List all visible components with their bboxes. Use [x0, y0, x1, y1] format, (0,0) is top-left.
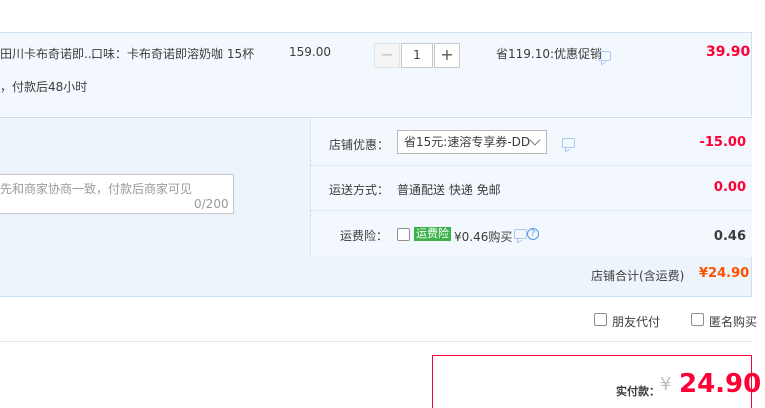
chevron-down-icon [529, 134, 541, 146]
help-icon[interactable]: ? [527, 228, 539, 240]
shop-subtotal-label: 店铺合计(含运费) [591, 269, 685, 283]
quantity-input[interactable]: 1 [401, 43, 433, 68]
shipping-method: 普通配送 快递 免邮 [397, 183, 501, 197]
coupon-select[interactable]: 省15元:速溶专享券-DD [397, 130, 547, 154]
divider [310, 210, 752, 211]
insurance-checkbox[interactable] [397, 228, 410, 241]
chat-bubble-icon[interactable] [514, 229, 527, 239]
item-spec: 口味：卡布奇诺即溶奶咖 15杯 [91, 47, 255, 61]
anonymous-label[interactable]: 匿名购买 [709, 313, 757, 330]
divider [310, 165, 752, 166]
chat-bubble-icon[interactable] [598, 51, 611, 61]
insurance-amount: 0.46 [713, 229, 746, 244]
coupon-selected-value: 省15元:速溶专享券-DD [404, 135, 531, 149]
divider [0, 341, 752, 342]
payment-amount: 24.90 [679, 369, 762, 399]
shop-subtotal-value: ¥24.90 [699, 266, 750, 281]
insurance-price: ¥0.46购买 [454, 230, 513, 244]
insurance-badge: 运费险 [414, 227, 451, 241]
payment-currency: ¥ [660, 374, 672, 395]
friend-pay-label[interactable]: 朋友代付 [612, 313, 660, 330]
shipping-label: 运送方式： [329, 183, 390, 197]
friend-pay-checkbox[interactable] [594, 313, 607, 326]
message-char-count: 0/200 [194, 197, 229, 211]
anonymous-checkbox[interactable] [691, 313, 704, 326]
delivery-note: ，付款后48小时 [0, 80, 88, 94]
payment-label: 实付款： [616, 385, 660, 398]
coupon-label: 店铺优惠： [329, 138, 390, 152]
insurance-label: 运费险： [340, 229, 389, 243]
item-title[interactable]: 田川卡布奇诺即... [0, 45, 95, 62]
seller-message-placeholder: 先和商家协商一致，付款后商家可见 [0, 182, 193, 196]
shipping-amount: 0.00 [713, 180, 746, 195]
item-promo-text: 省119.10:优惠促销 [496, 47, 603, 61]
quantity-increase-button[interactable]: + [434, 43, 460, 68]
chat-bubble-icon[interactable] [562, 138, 575, 148]
item-unit-price: 159.00 [289, 45, 331, 59]
item-total: 39.90 [706, 44, 751, 60]
coupon-amount: -15.00 [699, 135, 746, 150]
quantity-decrease-button[interactable]: − [374, 43, 400, 68]
